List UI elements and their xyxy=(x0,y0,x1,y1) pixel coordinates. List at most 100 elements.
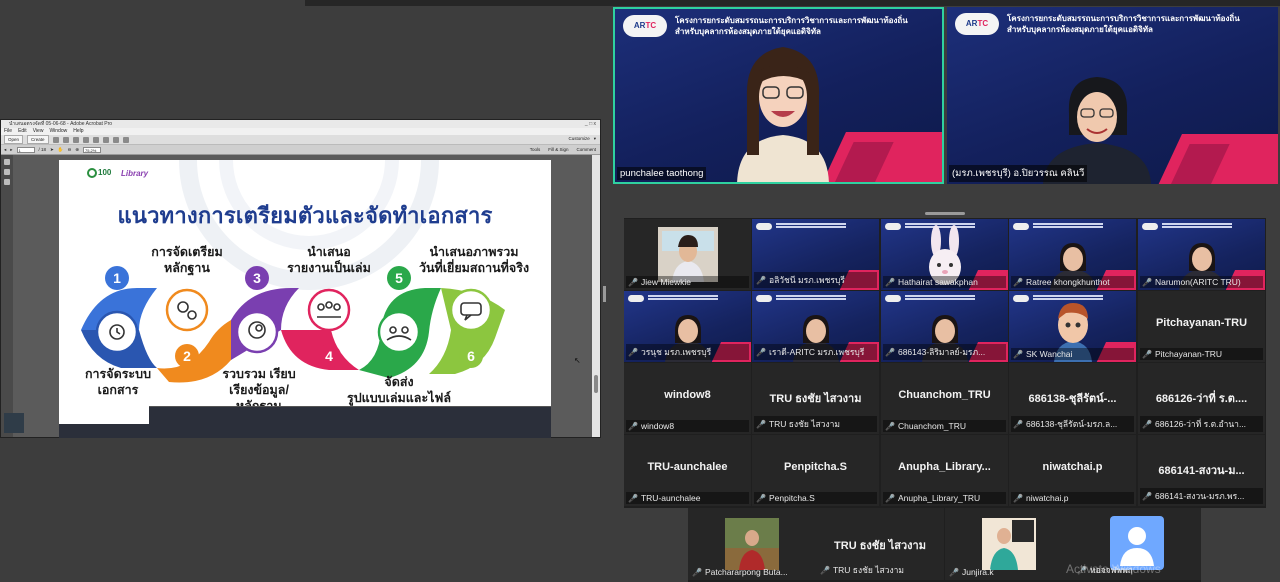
prev-page-icon[interactable]: ◂ xyxy=(4,147,6,153)
share-icon[interactable] xyxy=(102,136,109,143)
vertical-scrollbar[interactable] xyxy=(592,155,600,437)
bookmarks-icon[interactable] xyxy=(4,169,10,175)
overlay-panel xyxy=(149,406,551,438)
mic-muted-icon: 🎤 xyxy=(692,568,702,577)
mic-muted-icon: 🎤 xyxy=(756,420,766,429)
participant-photo xyxy=(725,518,779,570)
next-page-icon[interactable]: ▸ xyxy=(10,147,12,153)
participant-name: 686126-ว่าที่ ร.ต.อำนา... xyxy=(1154,419,1247,429)
participant-tile[interactable]: 🎤 Jiew Miewkie xyxy=(624,219,751,290)
menu-window[interactable]: Window xyxy=(49,128,67,135)
menu-help[interactable]: Help xyxy=(73,128,83,135)
participant-tile[interactable]: 🎤 อลิวัชนี มรภ.เพชรบุรี xyxy=(752,219,879,290)
gallery-drag-handle[interactable] xyxy=(925,212,965,215)
splitter-handle[interactable] xyxy=(603,286,606,302)
banner-text-lines xyxy=(776,223,846,225)
participant-name-label: 🎤 TRU-aunchalee xyxy=(626,492,749,504)
participant-name-label: 🎤 วรนุช มรภ.เพชรบุรี xyxy=(626,344,749,360)
zoom-field[interactable]: 75.2% xyxy=(83,146,101,153)
participant-tile[interactable]: Penpitcha.S 🎤 Penpitcha.S xyxy=(752,435,879,506)
speaker-banner-text: โครงการยกระดับสมรรถนะการบริการวิชาการและ… xyxy=(675,16,908,36)
page-number-field[interactable]: 1 xyxy=(16,146,35,153)
participant-name: Junjira.k xyxy=(961,567,994,577)
participant-tile[interactable]: 🎤 686143-ลิริมาลย์-มรภ... xyxy=(881,291,1008,362)
speaker-tile-1[interactable]: ARTC โครงการยกระดับสมรรถนะการบริการวิชาก… xyxy=(613,7,944,184)
participant-tile[interactable]: Anupha_Library... 🎤 Anupha_Library_TRU xyxy=(881,435,1008,506)
participant-name: TRU ธงชัย ไสวงาม xyxy=(832,565,905,575)
acrobat-toolbar: Open Create Customize ▾ xyxy=(1,135,600,145)
acrobat-left-panel xyxy=(1,155,24,437)
participant-tile[interactable]: 🎤 Narumon(ARITC TRU) xyxy=(1138,219,1265,290)
open-button[interactable]: Open xyxy=(4,135,24,144)
fill-sign-pane-button[interactable]: Fill & Sign xyxy=(548,147,568,152)
participant-tile[interactable]: niwatchai.p 🎤 niwatchai.p xyxy=(1009,435,1136,506)
sign-icon[interactable] xyxy=(112,136,119,143)
chevron-down-icon[interactable]: ▾ xyxy=(594,136,596,142)
pages-icon[interactable] xyxy=(4,159,10,165)
email-icon[interactable] xyxy=(72,136,79,143)
participant-name-label: 🎤 686143-ลิริมาลย์-มรภ... xyxy=(883,344,1006,360)
menu-edit[interactable]: Edit xyxy=(18,128,27,135)
participant-tile[interactable]: 🎤 Junjira.k xyxy=(945,508,1073,580)
select-tool-icon[interactable]: ➤ xyxy=(50,147,54,153)
acrobat-navbar: ◂ ▸ 1 / 18 ➤ ✋ ⊖ ⊕ 75.2% Tools Fill & Si… xyxy=(1,145,600,155)
speaker-tile-2[interactable]: ARTC โครงการยกระดับสมรรถนะการบริการวิชาก… xyxy=(947,7,1278,184)
step-1-label: การจัดระบบ เอกสาร xyxy=(84,367,152,397)
participant-tile[interactable]: window8 🎤 window8 xyxy=(624,363,751,434)
participant-tile[interactable]: TRU ธงชัย ไสวงาม 🎤 TRU ธงชัย ไสวงาม xyxy=(816,508,944,580)
comment-pane-button[interactable]: Comment xyxy=(576,147,596,152)
scrollbar-thumb[interactable] xyxy=(594,375,598,393)
participant-tile[interactable]: 🎤 SK Wanchai xyxy=(1009,291,1136,362)
export-icon[interactable] xyxy=(122,136,129,143)
participant-tile[interactable]: 🎤 เราดี-ARITC มรภ.เพชรบุรี xyxy=(752,291,879,362)
save-icon[interactable] xyxy=(52,136,59,143)
step-5-label: จัดส่ง รูปแบบเล่มและไฟล์ xyxy=(347,375,451,405)
mic-muted-icon: 🎤 xyxy=(756,276,766,285)
menu-file[interactable]: File xyxy=(4,128,12,135)
window-controls[interactable]: _ □ x xyxy=(585,120,596,128)
participant-tile[interactable]: 🎤 วรนุช มรภ.เพชรบุรี xyxy=(624,291,751,362)
comment-icon[interactable] xyxy=(92,136,99,143)
print-icon[interactable] xyxy=(62,136,69,143)
acrobat-titlebar: นำเสนอตรงจัดที่ 05-06-68 - Adobe Acrobat… xyxy=(1,120,600,128)
participant-tile[interactable]: TRU-aunchalee 🎤 TRU-aunchalee xyxy=(624,435,751,506)
zoom-in-icon[interactable]: ⊕ xyxy=(75,147,79,153)
participant-tile[interactable]: Chuanchom_TRU 🎤 Chuanchom_TRU xyxy=(881,363,1008,434)
participant-name: TRU-aunchalee xyxy=(640,493,701,503)
slide-bottom-bar xyxy=(59,406,551,438)
aritc-logo xyxy=(1142,223,1158,230)
acrobat-menubar: File Edit View Window Help xyxy=(1,128,600,135)
participant-name: Narumon(ARITC TRU) xyxy=(1154,277,1241,287)
customize-dropdown[interactable]: Customize xyxy=(568,136,589,142)
page-total: / 18 xyxy=(38,147,47,152)
participant-name: Chuanchom_TRU xyxy=(897,421,966,431)
shared-screen-acrobat[interactable]: นำเสนอตรงจัดที่ 05-06-68 - Adobe Acrobat… xyxy=(0,119,601,438)
participant-name: เราดี-ARITC มรภ.เพชรบุรี xyxy=(768,347,865,357)
menu-view[interactable]: View xyxy=(33,128,44,135)
banner-text-lines xyxy=(1033,295,1103,297)
participant-tile[interactable]: TRU ธงชัย ไสวงาม 🎤 TRU ธงชัย ไสวงาม xyxy=(752,363,879,434)
participant-tile[interactable]: 686138-ชุลีรัตน์-... 🎤 686138-ชุลีรัตน์-มร… xyxy=(1009,363,1136,434)
participant-display-name: Penpitcha.S xyxy=(784,461,847,473)
participant-tile[interactable]: 686126-ว่าที่ ร.ต.... 🎤 686126-ว่าที่ ร.ต.… xyxy=(1138,363,1265,434)
step-5-number: 5 xyxy=(395,270,403,286)
participant-tile[interactable]: 🎤 Patchararpong Buta... xyxy=(688,508,816,580)
hand-tool-icon[interactable]: ✋ xyxy=(58,147,64,153)
participant-name: วรนุช มรภ.เพชรบุรี xyxy=(640,347,712,357)
participant-name: Pitchayanan-TRU xyxy=(1154,349,1223,359)
participant-tile[interactable]: Pitchayanan-TRU 🎤 Pitchayanan-TRU xyxy=(1138,291,1265,362)
participant-name-label: 🎤 Junjira.k xyxy=(947,566,1071,578)
participant-tile[interactable]: 686141-สงวน-ม... 🎤 686141-สงวน-มรภ.พร... xyxy=(1138,435,1265,506)
zoom-out-icon[interactable]: ⊖ xyxy=(67,147,71,153)
participant-display-name: 686138-ชุลีรัตน์-... xyxy=(1028,393,1117,405)
settings-icon[interactable] xyxy=(82,136,89,143)
participant-tile[interactable]: 🎤 Hathairat sawakphan xyxy=(881,219,1008,290)
attachments-icon[interactable] xyxy=(4,179,10,185)
mic-muted-icon: 🎤 xyxy=(628,278,638,287)
participant-display-name: 686141-สงวน-ม... xyxy=(1158,465,1245,477)
participant-name-label: 🎤 window8 xyxy=(626,420,749,432)
participant-name: window8 xyxy=(640,421,675,431)
participant-tile[interactable]: 🎤 Ratree khongkhunthot xyxy=(1009,219,1136,290)
create-button[interactable]: Create xyxy=(27,135,49,144)
tools-pane-button[interactable]: Tools xyxy=(530,147,541,152)
